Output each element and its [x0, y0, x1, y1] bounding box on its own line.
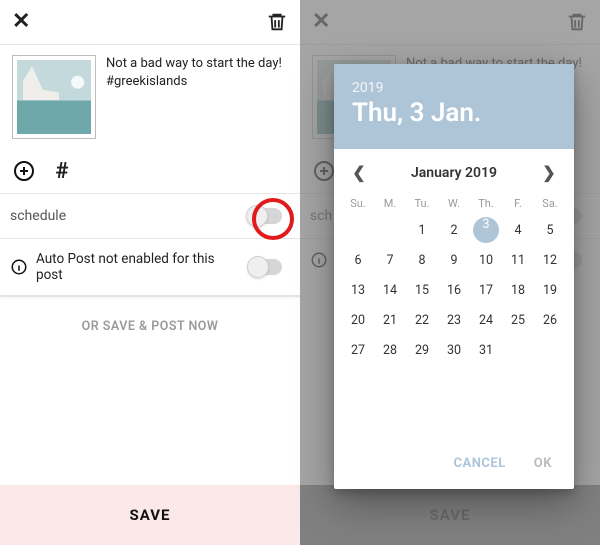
calendar-day[interactable]: 2 — [438, 215, 470, 245]
calendar-weekdays: Su.M.Tu.W.Th.F.Sa. — [334, 188, 574, 215]
calendar-day[interactable]: 9 — [438, 245, 470, 275]
calendar-day[interactable]: 17 — [470, 275, 502, 305]
calendar-nav: ❮ January 2019 ❯ — [334, 149, 574, 188]
weekday-label: Th. — [470, 194, 502, 213]
spacer — [0, 334, 300, 485]
calendar-day[interactable]: 20 — [342, 305, 374, 335]
calendar-day[interactable]: 18 — [502, 275, 534, 305]
post-caption[interactable]: Not a bad way to start the day! #greekis… — [106, 55, 288, 139]
save-button[interactable]: SAVE — [0, 485, 300, 545]
schedule-label: schedule — [10, 208, 66, 224]
calendar-day[interactable]: 4 — [502, 215, 534, 245]
calendar-day[interactable]: 27 — [342, 335, 374, 365]
calendar-day[interactable]: 25 — [502, 305, 534, 335]
calendar-day[interactable]: 11 — [502, 245, 534, 275]
autopost-row: Auto Post not enabled for this post — [0, 239, 300, 295]
date-picker-header: 2019 Thu, 3 Jan. — [334, 64, 574, 149]
calendar-day[interactable]: 19 — [534, 275, 566, 305]
weekday-label: M. — [374, 194, 406, 213]
post-thumbnail[interactable] — [12, 55, 96, 139]
cancel-button[interactable]: CANCEL — [454, 456, 506, 471]
calendar-empty-cell — [342, 215, 374, 245]
tutorial-highlight-ring — [252, 198, 294, 240]
calendar-day[interactable]: 10 — [470, 245, 502, 275]
picker-actions: CANCEL OK — [334, 442, 574, 489]
calendar-day[interactable]: 13 — [342, 275, 374, 305]
autopost-toggle[interactable] — [249, 259, 282, 275]
close-icon[interactable]: ✕ — [12, 11, 30, 33]
compose-pane: ✕ Not a bad way to start the day! #greek… — [0, 0, 300, 545]
calendar-day[interactable]: 6 — [342, 245, 374, 275]
calendar-day[interactable]: 7 — [374, 245, 406, 275]
save-button-label: SAVE — [130, 506, 171, 524]
calendar-day[interactable]: 29 — [406, 335, 438, 365]
calendar-day[interactable]: 24 — [470, 305, 502, 335]
post-preview-row: Not a bad way to start the day! #greekis… — [0, 45, 300, 153]
calendar-day[interactable]: 14 — [374, 275, 406, 305]
calendar-day[interactable]: 23 — [438, 305, 470, 335]
calendar-day[interactable]: 5 — [534, 215, 566, 245]
calendar-day[interactable]: 30 — [438, 335, 470, 365]
calendar-day[interactable]: 8 — [406, 245, 438, 275]
hashtag-icon[interactable]: # — [50, 159, 74, 183]
trash-icon[interactable] — [266, 11, 288, 33]
weekday-label: Sa. — [534, 194, 566, 213]
thumbnail-image — [17, 60, 91, 134]
date-picker: 2019 Thu, 3 Jan. ❮ January 2019 ❯ Su.M.T… — [334, 64, 574, 489]
add-icon[interactable] — [12, 159, 36, 183]
calendar-month-label: January 2019 — [411, 165, 497, 181]
next-month-icon[interactable]: ❯ — [538, 163, 560, 182]
calendar-empty-cell — [374, 215, 406, 245]
weekday-label: F. — [502, 194, 534, 213]
calendar-day[interactable]: 12 — [534, 245, 566, 275]
datepicker-pane: ✕ Not a bad way to start the day! #greek… — [300, 0, 600, 545]
topbar: ✕ — [0, 0, 300, 44]
calendar-day[interactable]: 21 — [374, 305, 406, 335]
calendar-day[interactable]: 28 — [374, 335, 406, 365]
picker-year[interactable]: 2019 — [352, 80, 556, 96]
autopost-left: Auto Post not enabled for this post — [10, 251, 241, 283]
calendar-day[interactable]: 15 — [406, 275, 438, 305]
weekday-label: Su. — [342, 194, 374, 213]
calendar-day[interactable]: 22 — [406, 305, 438, 335]
or-save-post-now[interactable]: OR SAVE & POST NOW — [0, 297, 300, 334]
autopost-label: Auto Post not enabled for this post — [36, 251, 241, 283]
info-icon[interactable] — [10, 258, 28, 276]
calendar-day[interactable]: 26 — [534, 305, 566, 335]
ok-button[interactable]: OK — [534, 456, 552, 471]
prev-month-icon[interactable]: ❮ — [348, 163, 370, 182]
weekday-label: W. — [438, 194, 470, 213]
compose-tools: # — [0, 153, 300, 193]
calendar-day[interactable]: 16 — [438, 275, 470, 305]
calendar-grid: 1234567891011121314151617181920212223242… — [334, 215, 574, 371]
calendar-day[interactable]: 3 — [470, 215, 502, 245]
weekday-label: Tu. — [406, 194, 438, 213]
calendar-day[interactable]: 1 — [406, 215, 438, 245]
picker-selected-date[interactable]: Thu, 3 Jan. — [352, 98, 556, 129]
calendar-day[interactable]: 31 — [470, 335, 502, 365]
